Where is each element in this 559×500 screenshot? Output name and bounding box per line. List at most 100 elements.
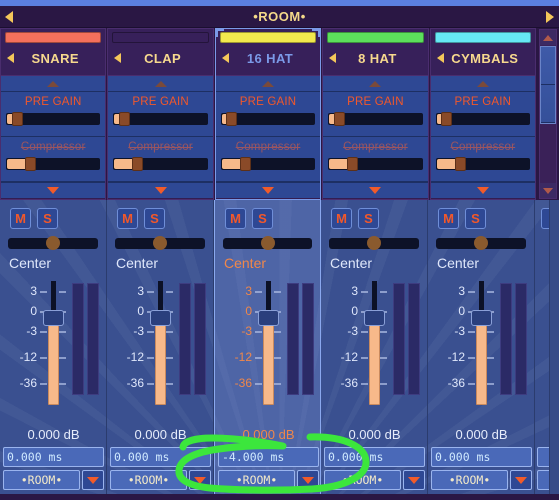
send-target-select[interactable]: •ROOM• (110, 470, 187, 490)
gain-readout[interactable]: 0.000 dB (321, 427, 428, 442)
pan-knob[interactable] (367, 236, 381, 250)
fx-amount-slider[interactable] (220, 157, 316, 171)
channel-header-0[interactable]: SNARE (1, 29, 106, 76)
fx-slider-knob[interactable] (454, 157, 466, 171)
fader-handle[interactable] (471, 310, 492, 326)
fx-scroll-down-3[interactable] (323, 182, 428, 198)
fx-slider-knob[interactable] (441, 112, 453, 126)
send-target-dropdown-button[interactable] (189, 470, 211, 490)
send-target-select[interactable]: •ROOM• (431, 470, 508, 490)
channel-strip-0[interactable]: M S Center 3 0 -3 -12 -36 0.000 dB 0.000 ms •ROOM• (0, 200, 107, 494)
fader-handle[interactable] (258, 310, 279, 326)
mute-button[interactable]: M (117, 208, 138, 229)
delay-field[interactable]: 0.000 ms (3, 447, 104, 467)
solo-button[interactable]: S (144, 208, 165, 229)
volume-fader[interactable] (147, 279, 173, 407)
fx-amount-slider[interactable] (220, 112, 316, 126)
pan-slider[interactable] (329, 236, 419, 250)
fx-scroll-up-0[interactable] (1, 76, 106, 92)
volume-fader[interactable] (255, 279, 281, 407)
fx-scroll-up-1[interactable] (108, 76, 213, 92)
fx-slider-knob[interactable] (226, 112, 238, 126)
solo-button[interactable]: S (465, 208, 486, 229)
send-target-select[interactable]: •ROOM• (324, 470, 401, 490)
prev-bus-button[interactable] (5, 10, 13, 23)
fx-name-label[interactable]: Compressor (113, 141, 207, 153)
mute-button[interactable]: M (225, 208, 246, 229)
fx-name-label[interactable]: Compressor (436, 141, 530, 153)
fader-handle[interactable] (43, 310, 64, 326)
fx-scroll-down-2[interactable] (215, 182, 321, 198)
fx-name-label[interactable]: PRE GAIN (221, 96, 315, 108)
fx-slider-knob[interactable] (132, 157, 144, 171)
delay-field[interactable]: 0.000 ms (324, 447, 425, 467)
channel-strip-3[interactable]: M S Center 3 0 -3 -12 -36 0.000 dB 0.000 ms •ROOM• (321, 200, 428, 494)
fx-amount-slider[interactable] (435, 112, 531, 126)
fx-name-label[interactable]: PRE GAIN (328, 96, 422, 108)
volume-fader[interactable] (361, 279, 387, 407)
fx-slider-knob[interactable] (24, 157, 36, 171)
fx-slot-4-0[interactable]: PRE GAIN (430, 92, 536, 137)
send-target-select[interactable]: •ROOM• (218, 470, 295, 490)
fx-amount-slider[interactable] (6, 112, 101, 126)
fx-amount-slider[interactable] (328, 112, 423, 126)
fx-amount-slider[interactable] (113, 157, 208, 171)
fx-slider-knob[interactable] (11, 112, 23, 126)
send-target-dropdown-button[interactable] (510, 470, 532, 490)
fx-name-label[interactable]: PRE GAIN (436, 96, 530, 108)
pan-knob[interactable] (46, 236, 60, 250)
fx-slot-1-0[interactable]: PRE GAIN (108, 92, 213, 137)
solo-button[interactable]: S (252, 208, 273, 229)
send-target-dropdown-button[interactable] (82, 470, 104, 490)
solo-button[interactable]: S (358, 208, 379, 229)
channel-strip-4[interactable]: M S Center 3 0 -3 -12 -36 0.000 dB 0.000 ms •ROOM• (428, 200, 535, 494)
channel-prev-icon[interactable] (221, 53, 229, 63)
fx-name-label[interactable]: Compressor (221, 141, 315, 153)
fx-name-label[interactable]: Compressor (328, 141, 422, 153)
fx-slot-3-0[interactable]: PRE GAIN (323, 92, 428, 137)
channel-header-4[interactable]: CYMBALS (430, 29, 536, 76)
fx-name-label[interactable]: PRE GAIN (6, 96, 100, 108)
fx-slot-1-1[interactable]: Compressor (108, 137, 213, 182)
gain-readout[interactable]: 0.000 dB (107, 427, 214, 442)
volume-fader[interactable] (468, 279, 494, 407)
channel-prev-icon[interactable] (436, 53, 444, 63)
pan-slider[interactable] (223, 236, 312, 250)
scrollbar-thumb[interactable] (540, 46, 556, 124)
fader-handle[interactable] (364, 310, 385, 326)
fx-scroll-down-1[interactable] (108, 182, 213, 198)
fx-slot-2-1[interactable]: Compressor (215, 137, 321, 182)
fx-slot-0-0[interactable]: PRE GAIN (1, 92, 106, 137)
volume-fader[interactable] (40, 279, 66, 407)
delay-field[interactable]: -4.000 ms (218, 447, 319, 467)
fx-name-label[interactable]: Compressor (6, 141, 100, 153)
next-bus-button[interactable] (546, 10, 554, 23)
channel-strip-1[interactable]: M S Center 3 0 -3 -12 -36 0.000 dB 0.000 ms •ROOM• (107, 200, 214, 494)
channel-header-1[interactable]: CLAP (108, 29, 213, 76)
fx-amount-slider[interactable] (6, 157, 101, 171)
channel-prev-icon[interactable] (114, 53, 122, 63)
fx-slider-knob[interactable] (239, 157, 251, 171)
fader-handle[interactable] (150, 310, 171, 326)
fx-slot-3-1[interactable]: Compressor (323, 137, 428, 182)
fx-scroll-up-2[interactable] (215, 76, 321, 92)
pan-slider[interactable] (436, 236, 526, 250)
channel-prev-icon[interactable] (7, 53, 14, 63)
fx-amount-slider[interactable] (113, 112, 208, 126)
pan-knob[interactable] (260, 236, 275, 250)
fx-slot-0-1[interactable]: Compressor (1, 137, 106, 182)
fx-scroll-up-3[interactable] (323, 76, 428, 92)
fx-scroll-down-0[interactable] (1, 182, 106, 198)
fx-scroll-up-4[interactable] (430, 76, 536, 92)
channel-header-3[interactable]: 8 HAT (323, 29, 428, 76)
pan-slider[interactable] (115, 236, 205, 250)
scrollbar-down-button[interactable] (540, 183, 556, 198)
delay-field[interactable]: 0.000 ms (110, 447, 211, 467)
mute-button[interactable]: M (10, 208, 31, 229)
pan-knob[interactable] (153, 236, 167, 250)
effects-scrollbar[interactable] (539, 29, 557, 199)
channel-strip-2[interactable]: M S Center 3 0 -3 -12 -36 0.000 dB -4.000 ms •ROOM… (214, 200, 321, 494)
fx-slot-4-1[interactable]: Compressor (430, 137, 536, 182)
fx-slider-knob[interactable] (347, 157, 359, 171)
scrollbar-up-button[interactable] (540, 30, 556, 45)
